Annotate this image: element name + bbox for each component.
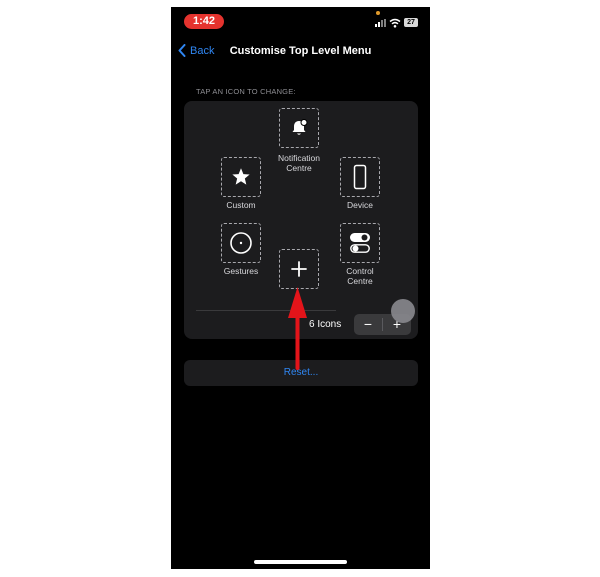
annotation-arrow-icon [288,287,307,370]
